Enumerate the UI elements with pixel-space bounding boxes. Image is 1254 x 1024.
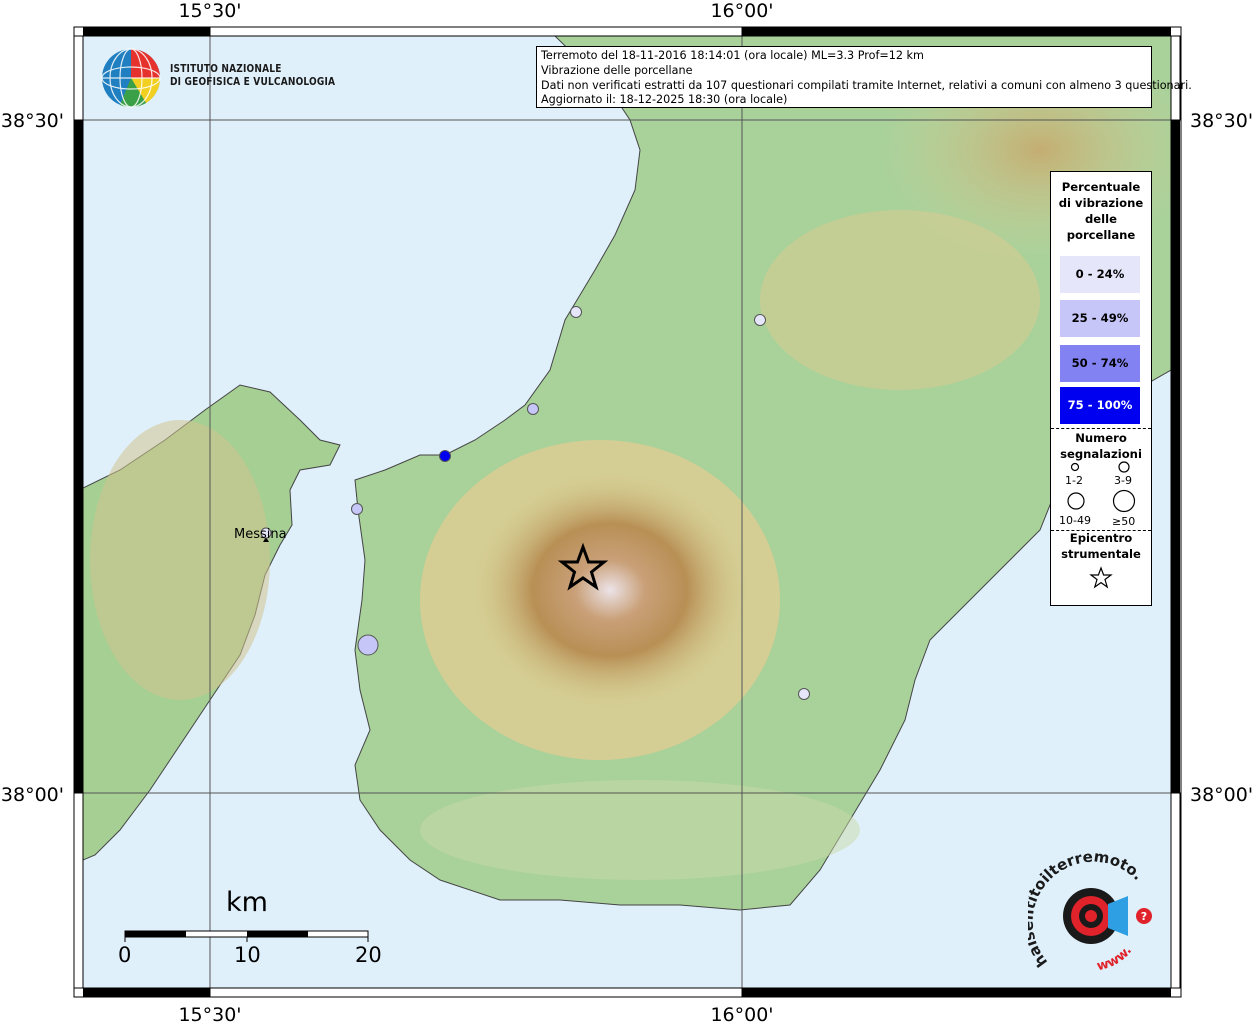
scale-unit: km [226, 887, 268, 918]
lat-label-right-bottom: 38°00' [1190, 784, 1253, 806]
legend-epicenter-title: Epicentro strumentale [1061, 531, 1141, 561]
event-title: Terremoto del 18-11-2016 18:14:01 (ora l… [541, 49, 924, 62]
peloritani-relief [90, 420, 270, 700]
data-note: Dati non verificati estratti da 107 ques… [541, 78, 1192, 92]
lon-label-bottom-right: 16°00' [710, 1004, 773, 1024]
legend-size-3: 10-49 [1059, 514, 1091, 527]
scale-tick-0: 0 [118, 943, 132, 967]
report-dot[interactable] [439, 450, 451, 462]
report-dot[interactable] [570, 306, 582, 318]
ingv-line2: DI GEOFISICA E VULCANOLOGIA [170, 76, 336, 88]
lat-label-right-top: 38°30' [1190, 110, 1253, 132]
legend-separator [1051, 428, 1151, 429]
legend-count-title: Numero segnalazioni [1060, 431, 1142, 461]
report-dot[interactable] [798, 688, 810, 700]
report-dot[interactable] [527, 403, 539, 415]
svg-text:?: ? [1141, 910, 1147, 923]
lon-label-top-right: 16°00' [710, 0, 773, 22]
south-coast-relief [420, 780, 860, 880]
haisentito-logo: ? haisentitoilterremoto.it www. [1028, 852, 1152, 974]
legend-size-4: ≥50 [1112, 515, 1136, 528]
scale-tick-20: 20 [355, 943, 382, 967]
update-timestamp: Aggiornato il: 18-12-2025 18:30 (ora loc… [541, 93, 788, 107]
lon-label-bottom-left: 15°30' [178, 1004, 241, 1024]
ingv-logo: ISTITUTO NAZIONALE DI GEOFISICA E VULCAN… [100, 47, 335, 111]
messina-label: Messina [234, 527, 287, 542]
legend-size-1: 1-2 [1065, 474, 1083, 487]
lat-label-left-top: 38°30' [1, 110, 64, 132]
report-dot[interactable] [357, 634, 379, 656]
legend-size-icons [1067, 461, 1136, 513]
haisentito-www: www. [1095, 943, 1135, 974]
scale-tick-10: 10 [234, 943, 261, 967]
legend-class-2: 50 - 74% [1060, 345, 1140, 382]
report-dot[interactable] [754, 314, 766, 326]
lon-label-top-left: 15°30' [178, 0, 241, 22]
aspromonte-relief [470, 470, 750, 710]
legend-class-3: 75 - 100% [1060, 387, 1140, 424]
map-subject: Vibrazione delle porcellane [541, 63, 693, 77]
event-info-box: Terremoto del 18-11-2016 18:14:01 (ora l… [536, 46, 1192, 108]
ingv-globe-icon [101, 48, 161, 108]
legend-class-0: 0 - 24% [1060, 256, 1140, 293]
legend-class-1: 25 - 49% [1060, 300, 1140, 337]
legend-star-icon [1089, 566, 1113, 589]
legend-size-2: 3-9 [1114, 474, 1132, 487]
legend: Percentuale di vibrazione delle porcella… [1050, 171, 1152, 606]
report-dot[interactable] [351, 503, 363, 515]
ingv-line1: ISTITUTO NAZIONALE [170, 63, 282, 75]
lat-label-left-bottom: 38°00' [1, 784, 64, 806]
ridge-relief [760, 210, 1040, 390]
svg-text:www.: www. [1095, 943, 1135, 974]
legend-title: Percentuale di vibrazione delle porcella… [1058, 180, 1144, 242]
